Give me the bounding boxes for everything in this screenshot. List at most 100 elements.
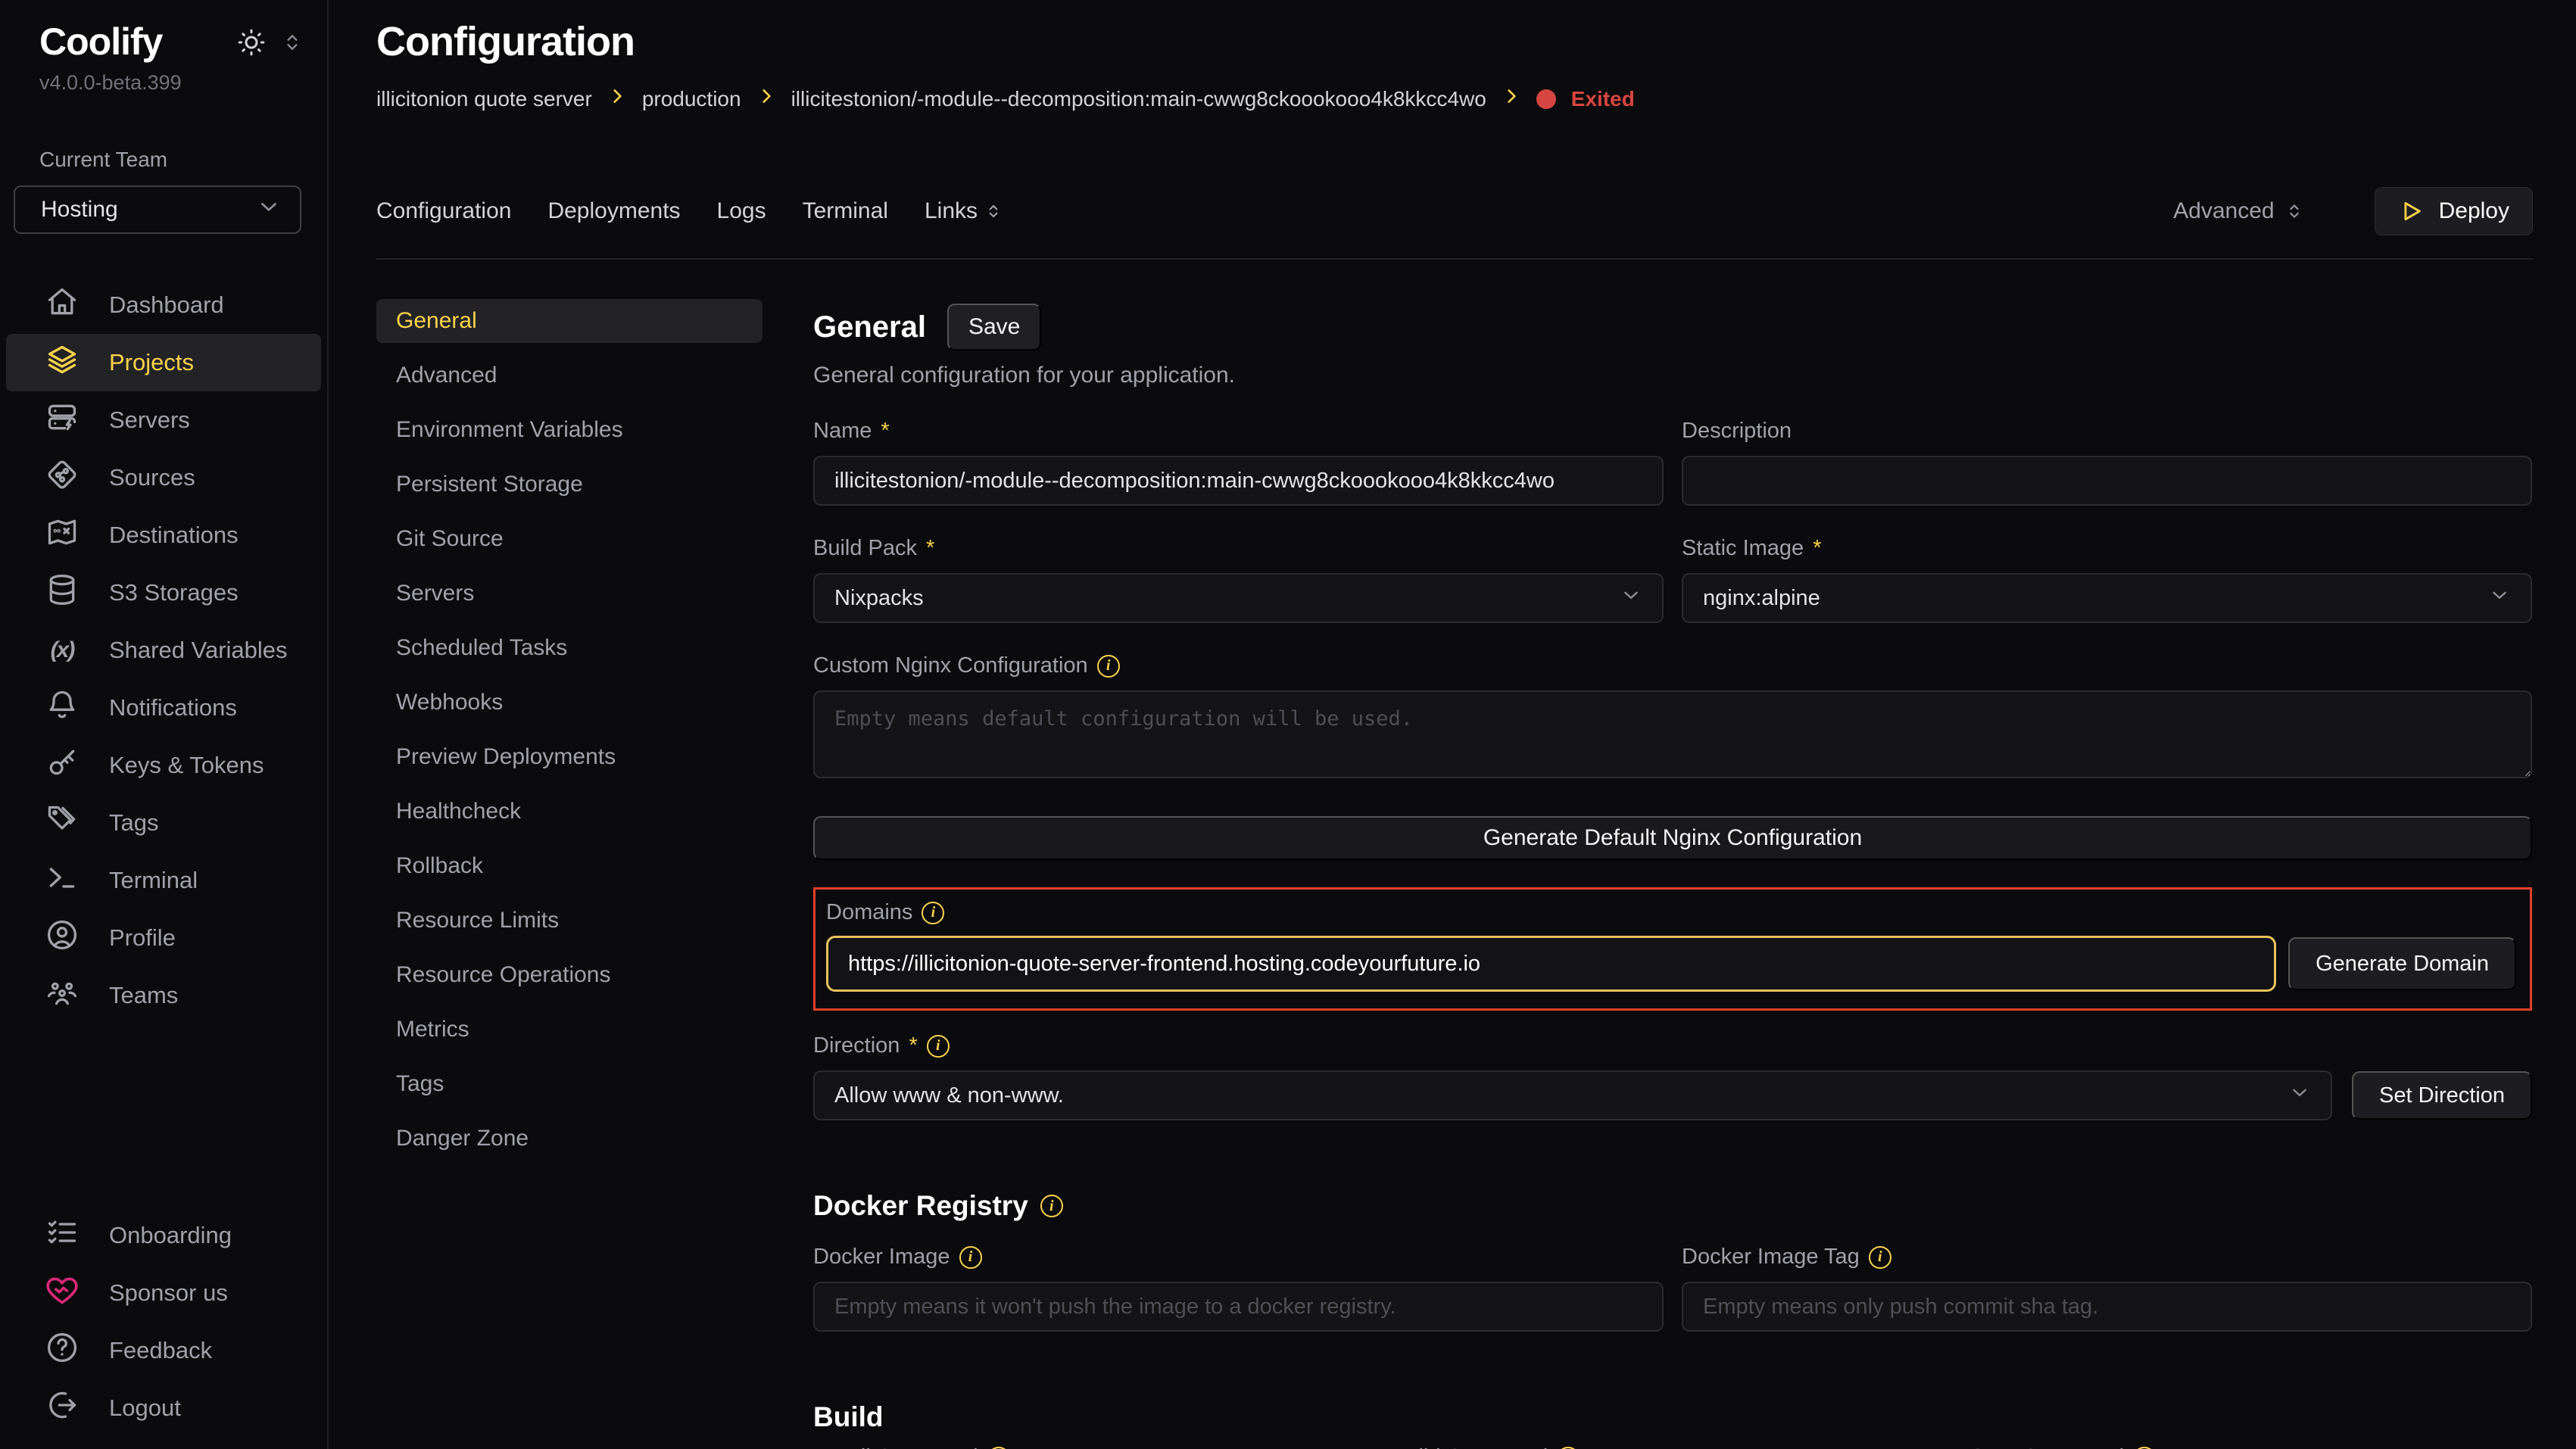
chevron-down-icon	[2488, 584, 2511, 612]
domains-input[interactable]	[826, 936, 2276, 992]
subnav-item-git-source[interactable]: Git Source	[376, 517, 763, 561]
breadcrumb-environment[interactable]: production	[642, 87, 741, 111]
sidebar-item-projects[interactable]: Projects	[6, 334, 321, 391]
subnav-item-healthcheck[interactable]: Healthcheck	[376, 790, 763, 834]
team-select-value: Hosting	[41, 197, 118, 223]
subnav-item-webhooks[interactable]: Webhooks	[376, 681, 763, 724]
info-icon[interactable]: i	[987, 1447, 1010, 1449]
breadcrumb-application[interactable]: illicitestonion/-module--decomposition:m…	[791, 87, 1486, 111]
deploy-label: Deploy	[2439, 198, 2509, 224]
tab-links[interactable]: Links	[925, 198, 1003, 224]
sidebar: Coolify v4.0.0-beta.399 Current Team Hos…	[0, 0, 329, 1449]
sidebar-item-shared-variables[interactable]: (x) Shared Variables	[6, 622, 321, 679]
info-icon[interactable]: i	[1040, 1195, 1063, 1217]
help-circle-icon	[45, 1331, 79, 1370]
server-icon	[45, 400, 79, 440]
general-form: General Save General configuration for y…	[813, 296, 2532, 1449]
subnav-item-resource-operations[interactable]: Resource Operations	[376, 953, 763, 997]
subnav-item-scheduled-tasks[interactable]: Scheduled Tasks	[376, 626, 763, 670]
app-logo: Coolify	[39, 20, 162, 64]
info-icon[interactable]: i	[959, 1246, 982, 1269]
checklist-icon	[45, 1216, 79, 1255]
deploy-button[interactable]: Deploy	[2375, 187, 2533, 235]
direction-label: Direction* i	[813, 1033, 2532, 1058]
sidebar-nav: Dashboard Projects Servers Sources Desti…	[0, 276, 327, 1024]
sidebar-item-sponsor-us[interactable]: Sponsor us	[6, 1264, 321, 1322]
subnav-item-danger-zone[interactable]: Danger Zone	[376, 1117, 763, 1161]
info-icon[interactable]: i	[1869, 1246, 1891, 1269]
build-pack-select[interactable]: Nixpacks	[813, 573, 1664, 623]
sidebar-item-servers[interactable]: Servers	[6, 391, 321, 449]
sidebar-item-s3-storages[interactable]: S3 Storages	[6, 564, 321, 622]
sidebar-item-destinations[interactable]: Destinations	[6, 506, 321, 564]
sidebar-item-label: Tags	[109, 809, 158, 837]
subnav-item-servers[interactable]: Servers	[376, 572, 763, 615]
subnav-item-metrics[interactable]: Metrics	[376, 1008, 763, 1052]
theme-selector-chevrons-icon[interactable]	[280, 30, 304, 55]
sidebar-item-logout[interactable]: Logout	[6, 1379, 321, 1437]
docker-image-tag-input[interactable]	[1682, 1282, 2532, 1332]
sidebar-item-label: Logout	[109, 1394, 181, 1422]
sidebar-item-label: Terminal	[109, 867, 198, 894]
subnav-item-rollback[interactable]: Rollback	[376, 844, 763, 888]
subnav-item-general[interactable]: General	[376, 299, 763, 343]
generate-nginx-button[interactable]: Generate Default Nginx Configuration	[813, 816, 2532, 860]
static-image-label: Static Image*	[1682, 536, 2532, 561]
sidebar-item-terminal[interactable]: Terminal	[6, 852, 321, 909]
description-input[interactable]	[1682, 456, 2532, 506]
sidebar-item-tags[interactable]: Tags	[6, 794, 321, 852]
info-icon[interactable]: i	[927, 1035, 950, 1058]
theme-sun-icon[interactable]	[236, 27, 267, 58]
sidebar-item-profile[interactable]: Profile	[6, 909, 321, 967]
tag-icon	[45, 803, 79, 843]
subnav-item-preview-deployments[interactable]: Preview Deployments	[376, 735, 763, 779]
custom-nginx-label: Custom Nginx Configuration i	[813, 653, 2532, 678]
save-button[interactable]: Save	[947, 304, 1041, 351]
start-command-label: Start Command i	[1970, 1445, 2532, 1449]
sidebar-item-notifications[interactable]: Notifications	[6, 679, 321, 737]
tab-terminal[interactable]: Terminal	[803, 198, 888, 224]
logout-icon	[45, 1388, 79, 1428]
sidebar-item-label: Projects	[109, 349, 194, 376]
sidebar-item-label: Onboarding	[109, 1222, 232, 1249]
subnav-item-persistent-storage[interactable]: Persistent Storage	[376, 463, 763, 506]
breadcrumb-project[interactable]: illicitonion quote server	[376, 87, 592, 111]
subnav-item-resource-limits[interactable]: Resource Limits	[376, 899, 763, 943]
docker-image-input[interactable]	[813, 1282, 1664, 1332]
status-badge: Exited	[1571, 87, 1635, 111]
info-icon[interactable]: i	[922, 902, 944, 924]
sidebar-item-keys-tokens[interactable]: Keys & Tokens	[6, 737, 321, 794]
domains-label: Domains i	[826, 900, 2516, 925]
sidebar-item-feedback[interactable]: Feedback	[6, 1322, 321, 1379]
subnav-item-advanced[interactable]: Advanced	[376, 354, 763, 397]
name-label: Name*	[813, 419, 1664, 444]
build-pack-value: Nixpacks	[834, 586, 924, 611]
user-circle-icon	[45, 918, 79, 958]
custom-nginx-textarea[interactable]	[813, 690, 2532, 778]
name-input[interactable]	[813, 456, 1664, 506]
sidebar-item-dashboard[interactable]: Dashboard	[6, 276, 321, 334]
sidebar-item-label: Servers	[109, 407, 190, 434]
chevron-right-icon	[607, 86, 627, 111]
info-icon[interactable]: i	[2133, 1447, 2156, 1449]
direction-select[interactable]: Allow www & non-www.	[813, 1070, 2332, 1120]
generate-domain-button[interactable]: Generate Domain	[2288, 937, 2516, 990]
set-direction-button[interactable]: Set Direction	[2352, 1071, 2532, 1120]
info-icon[interactable]: i	[1557, 1447, 1580, 1449]
subnav-item-environment-variables[interactable]: Environment Variables	[376, 408, 763, 452]
tab-configuration[interactable]: Configuration	[376, 198, 511, 224]
sidebar-item-sources[interactable]: Sources	[6, 449, 321, 506]
chevrons-up-down-icon	[984, 201, 1003, 221]
advanced-selector[interactable]: Advanced	[2173, 198, 2304, 224]
info-icon[interactable]: i	[1097, 655, 1120, 678]
subnav-item-tags[interactable]: Tags	[376, 1062, 763, 1106]
sidebar-item-onboarding[interactable]: Onboarding	[6, 1207, 321, 1264]
terminal-icon	[45, 861, 79, 900]
sidebar-item-teams[interactable]: Teams	[6, 967, 321, 1024]
tab-deployments[interactable]: Deployments	[547, 198, 680, 224]
sidebar-item-label: Sources	[109, 464, 195, 491]
team-select[interactable]: Hosting	[14, 185, 301, 234]
tab-logs[interactable]: Logs	[717, 198, 766, 224]
docker-image-tag-label: Docker Image Tag i	[1682, 1245, 2532, 1270]
static-image-select[interactable]: nginx:alpine	[1682, 573, 2532, 623]
